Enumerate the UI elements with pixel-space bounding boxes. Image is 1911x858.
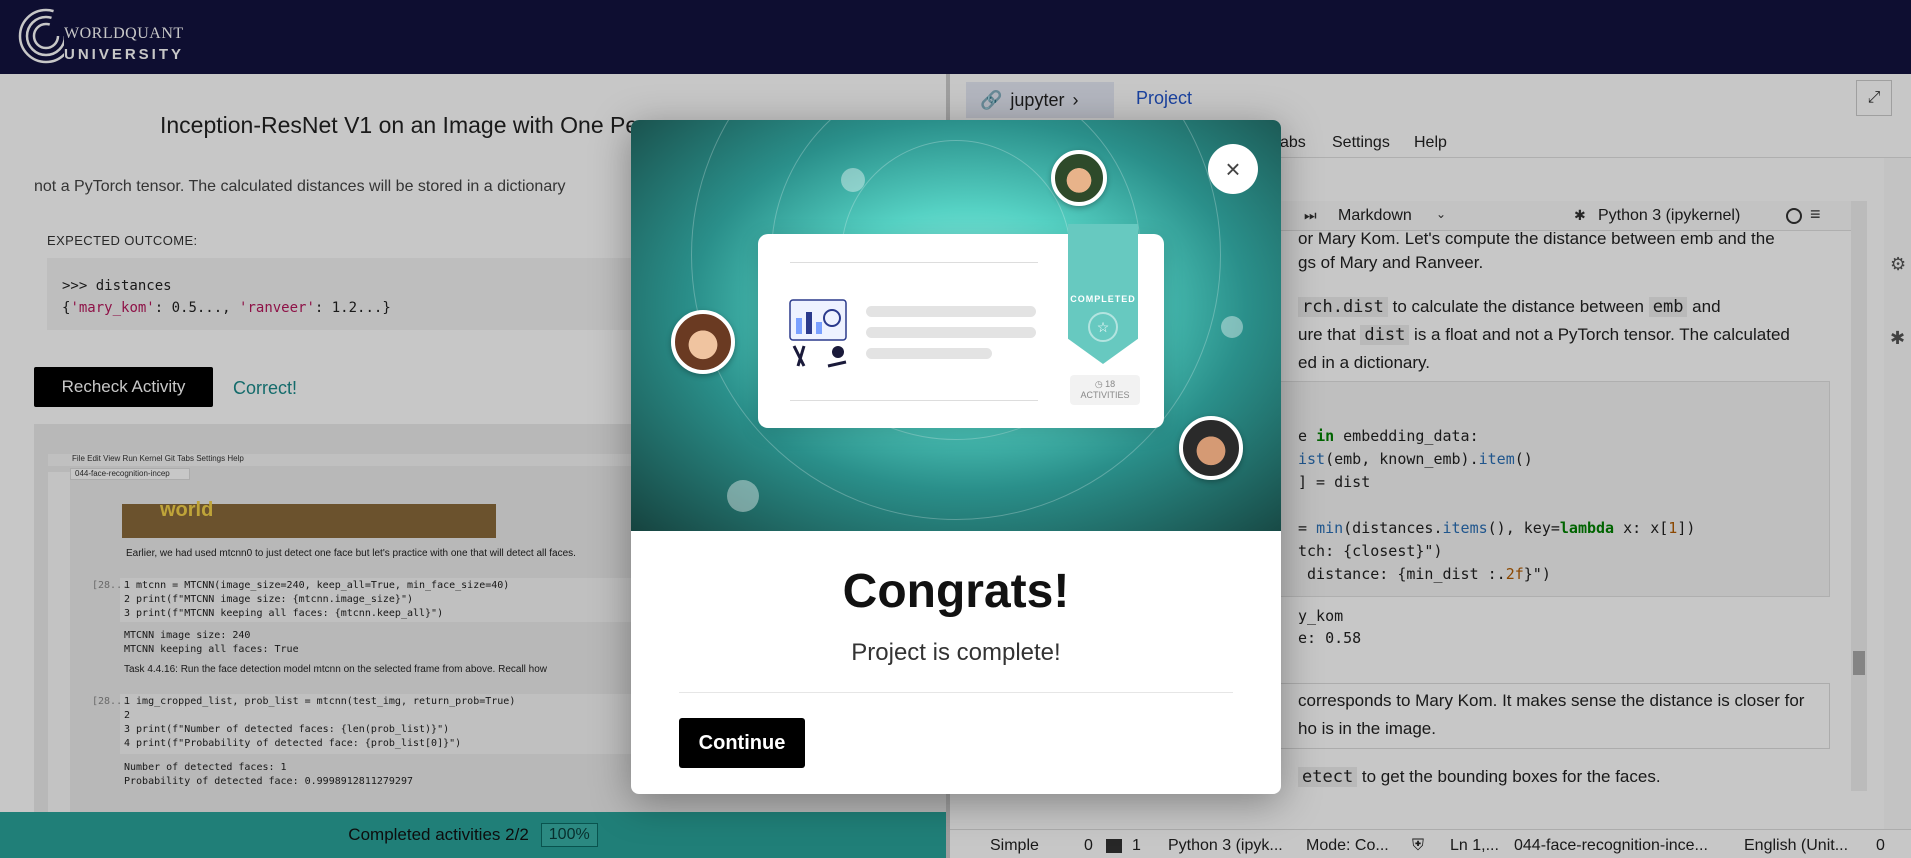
course-card: COMPLETED ☆ ◷ 18 ACTIVITIES xyxy=(758,224,1164,428)
congrats-subtitle: Project is complete! xyxy=(851,639,1061,666)
card-divider xyxy=(790,400,1038,401)
congrats-modal: COMPLETED ☆ ◷ 18 ACTIVITIES × Congrats! … xyxy=(631,120,1281,794)
celebration-illustration: COMPLETED ☆ ◷ 18 ACTIVITIES xyxy=(631,120,1281,531)
continue-button[interactable]: Continue xyxy=(679,718,805,768)
ribbon-text: COMPLETED xyxy=(1070,294,1136,304)
star-icon: ☆ xyxy=(1088,312,1118,342)
avatar xyxy=(671,310,735,374)
placeholder-line xyxy=(866,306,1036,317)
placeholder-line xyxy=(866,348,992,359)
congrats-heading: Congrats! xyxy=(842,565,1070,618)
card-divider xyxy=(790,262,1038,263)
avatar xyxy=(1179,416,1243,480)
activities-count: ◷ 18 xyxy=(1094,379,1116,389)
analytics-illustration-icon xyxy=(784,296,854,368)
decor-dot xyxy=(727,480,759,512)
decor-dot xyxy=(1221,316,1243,338)
modal-divider xyxy=(679,692,1233,693)
decor-dot xyxy=(841,168,865,192)
placeholder-line xyxy=(866,327,1036,338)
activities-count-badge: ◷ 18 ACTIVITIES xyxy=(1070,375,1140,405)
avatar xyxy=(1051,150,1107,206)
close-icon[interactable]: × xyxy=(1208,144,1258,194)
activities-label: ACTIVITIES xyxy=(1080,390,1130,400)
completed-ribbon: COMPLETED ☆ xyxy=(1068,224,1138,364)
